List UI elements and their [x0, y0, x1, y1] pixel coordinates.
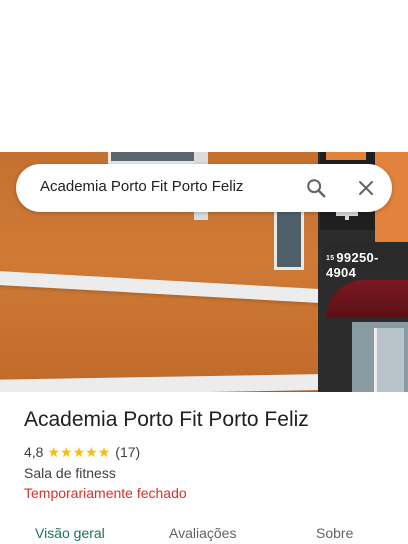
- tab-overview[interactable]: Visão geral: [35, 525, 105, 541]
- tab-bar: Visão geral Avaliações Sobre: [0, 516, 408, 544]
- place-category: Sala de fitness: [24, 465, 116, 481]
- star-icon: ★: [72, 444, 86, 460]
- review-count[interactable]: (17): [115, 444, 140, 460]
- tab-reviews[interactable]: Avaliações: [169, 525, 236, 541]
- rating-stars: ★ ★ ★ ★ ★: [47, 445, 110, 459]
- photo-door-glass: [374, 328, 404, 392]
- photo-phone-sign: 15 99250-4904: [322, 242, 408, 280]
- sign-prefix: 15: [326, 255, 335, 263]
- status-badge: Temporariamente fechado: [24, 485, 187, 501]
- tab-about[interactable]: Sobre: [316, 525, 353, 541]
- search-icon[interactable]: [302, 174, 330, 202]
- search-bar[interactable]: Academia Porto Fit Porto Feliz: [16, 164, 392, 212]
- star-icon: ★: [47, 444, 61, 460]
- close-icon[interactable]: [352, 174, 380, 202]
- rating-value: 4,8: [24, 444, 44, 460]
- map-blank-area: [0, 0, 408, 152]
- rating-row[interactable]: 4,8 ★ ★ ★ ★ ★ (17): [24, 444, 140, 460]
- place-title: Academia Porto Fit Porto Feliz: [24, 408, 309, 431]
- photo-window: [108, 152, 198, 164]
- search-input[interactable]: Academia Porto Fit Porto Feliz: [40, 178, 243, 195]
- star-icon: ★: [85, 444, 98, 460]
- star-icon: ★: [97, 444, 111, 460]
- photo-sign-tab: [326, 152, 366, 160]
- place-page: 15 99250-4904 Academia Porto Fit Porto Fe…: [0, 0, 408, 544]
- star-icon: ★: [60, 444, 73, 460]
